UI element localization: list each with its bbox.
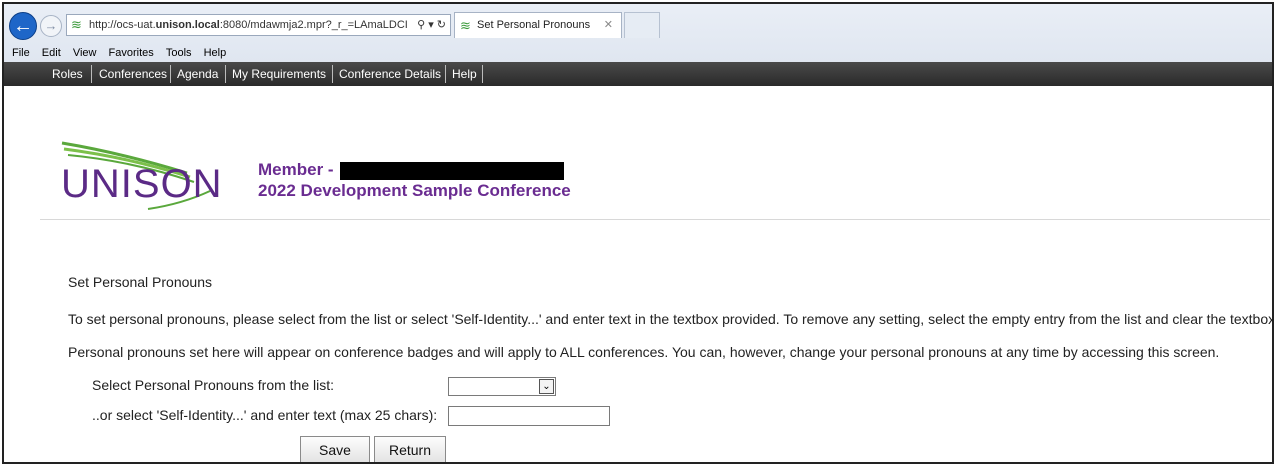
self-identity-input[interactable] <box>448 406 610 426</box>
nav-separator <box>225 65 226 83</box>
browser-tab[interactable]: ≋ Set Personal Pronouns ✕ <box>454 12 622 38</box>
nav-conference-details[interactable]: Conference Details <box>339 62 441 86</box>
nav-roles[interactable]: Roles <box>52 62 83 86</box>
url-domain: unison.local <box>155 19 220 31</box>
menu-tools[interactable]: Tools <box>166 44 192 62</box>
back-arrow-icon[interactable]: ← <box>9 12 37 40</box>
tab-favicon-icon: ≋ <box>460 18 471 33</box>
forward-arrow-icon[interactable]: → <box>40 15 62 37</box>
instructions-select: To set personal pronouns, please select … <box>68 311 1274 327</box>
member-label: Member - <box>258 160 334 179</box>
menu-file[interactable]: File <box>12 44 30 62</box>
nav-conferences[interactable]: Conferences <box>99 62 167 86</box>
unison-logo: UNISON <box>52 139 222 214</box>
nav-help[interactable]: Help <box>452 62 477 86</box>
site-nav-bar: Roles Conferences Agenda My Requirements… <box>4 62 1272 86</box>
menu-help[interactable]: Help <box>204 44 227 62</box>
menu-favorites[interactable]: Favorites <box>109 44 154 62</box>
save-button[interactable]: Save <box>300 436 370 462</box>
nav-separator <box>91 65 92 83</box>
return-button[interactable]: Return <box>374 436 446 462</box>
menu-bar: File Edit View Favorites Tools Help <box>4 44 1272 62</box>
instructions-badges: Personal pronouns set here will appear o… <box>68 344 1220 360</box>
select-pronouns-label: Select Personal Pronouns from the list: <box>92 377 335 393</box>
nav-separator <box>332 65 333 83</box>
redacted-member-name <box>340 162 564 180</box>
nav-agenda[interactable]: Agenda <box>177 62 218 86</box>
tab-close-icon[interactable]: ✕ <box>604 13 613 38</box>
page-heading: Set Personal Pronouns <box>68 274 212 290</box>
header-divider <box>40 219 1270 220</box>
browser-chrome: ← → ≋ http://ocs-uat.unison.local:8080/m… <box>4 4 1272 64</box>
url-prefix: http://ocs-uat. <box>89 19 156 31</box>
address-bar[interactable]: ≋ http://ocs-uat.unison.local:8080/mdawm… <box>66 14 451 36</box>
nav-separator <box>170 65 171 83</box>
url-suffix: :8080/mdawmja2.mpr?_r_=LAmaLDCI <box>219 19 408 31</box>
pronouns-select[interactable]: ⌄ <box>448 377 556 396</box>
browser-window: ← → ≋ http://ocs-uat.unison.local:8080/m… <box>2 2 1274 464</box>
conference-title: 2022 Development Sample Conference <box>258 181 571 200</box>
chevron-down-icon[interactable]: ⌄ <box>539 379 554 394</box>
nav-separator <box>445 65 446 83</box>
site-favicon-icon: ≋ <box>71 17 82 32</box>
logo-text: UNISON <box>61 162 223 206</box>
nav-separator <box>482 65 483 83</box>
self-identity-label: ..or select 'Self-Identity...' and enter… <box>92 407 438 423</box>
nav-my-requirements[interactable]: My Requirements <box>232 62 326 86</box>
new-tab-button[interactable] <box>624 12 660 38</box>
menu-view[interactable]: View <box>73 44 97 62</box>
menu-edit[interactable]: Edit <box>42 44 61 62</box>
tab-title: Set Personal Pronouns <box>477 19 591 31</box>
search-refresh-icon[interactable]: ⚲ ▾ ↻ <box>415 15 446 35</box>
